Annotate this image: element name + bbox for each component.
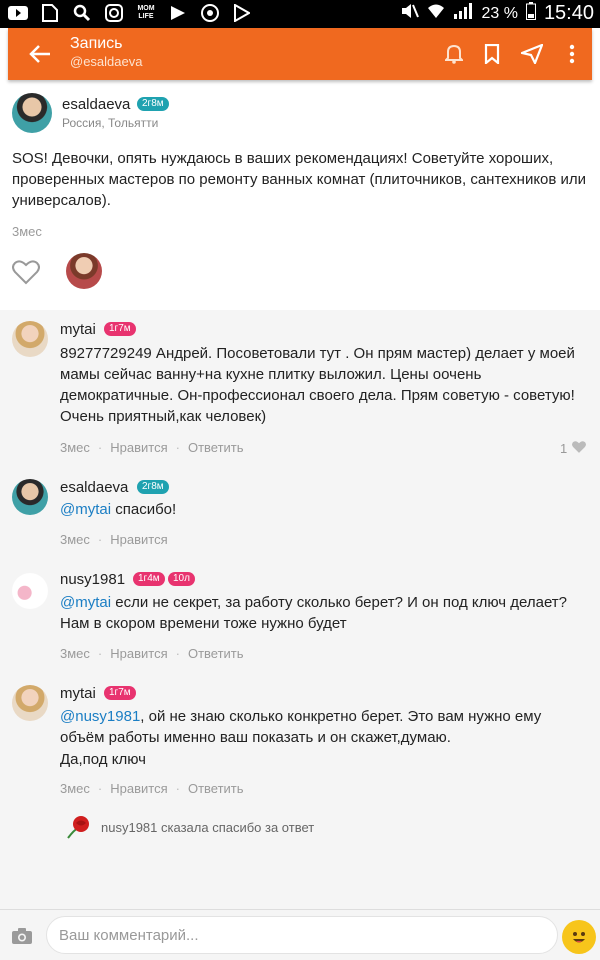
mute-icon [401,3,420,24]
thanks-text: сказала спасибо за ответ [161,820,315,835]
comment-body: спасибо! [111,501,177,518]
thanks-user[interactable]: nusy1981 [101,820,157,835]
status-badge: 2г8м [137,97,169,111]
status-badge: 1г4м [133,572,165,586]
signal-icon [453,3,473,24]
clock: 15:40 [543,2,594,24]
thanks-note: nusy1981 сказала спасибо за ответ [101,820,314,835]
like-count: 1 [560,441,568,456]
post-text: SOS! Девочки, опять нуждаюсь в ваших рек… [12,150,587,209]
status-notification-icons: MOM LIFE [8,3,252,23]
mention-link[interactable]: @mytai [60,501,111,518]
comment-time: 3мес [60,646,90,661]
back-arrow-icon[interactable] [26,40,54,68]
rose-icon [64,814,92,840]
avatar[interactable] [12,479,48,515]
search-icon [72,3,92,23]
comment-author[interactable]: mytai [60,685,96,702]
page-title: Запись [70,35,123,52]
comment-body: если не секрет, за работу сколько берет?… [60,594,568,632]
comment-author[interactable]: mytai [60,321,96,338]
post: esaldaeva 2г8м Россия, Тольятти SOS! Дев… [0,80,600,310]
comment-meta: 3мес · Нравится · Ответить [60,781,244,796]
comments-section: mytai 1г7м 89277729249 Андрей. Посоветов… [0,310,600,910]
post-meta: 3мес [12,224,42,239]
avatar[interactable] [12,685,48,721]
status-badge: 10л [168,572,195,586]
youtube-icon [8,3,28,23]
post-author[interactable]: esaldaeva [62,96,130,113]
like-link[interactable]: Нравится [110,781,167,796]
avatar[interactable] [12,93,52,133]
like-link[interactable]: Нравится [110,646,167,661]
comment-author[interactable]: nusy1981 [60,571,125,588]
comment-meta: 3мес · Нравится [60,532,168,547]
like-link[interactable]: Нравится [110,440,167,455]
battery-percent: 23 % [481,4,518,22]
comment-like-count: 1 [560,440,587,457]
momlife-icon: MOM LIFE [137,5,155,20]
post-time: 3мес [12,224,42,239]
status-bar: MOM LIFE 23 % 15:40 [0,0,600,28]
status-badge: 1г7м [104,686,136,700]
share-icon[interactable] [518,40,546,68]
status-badge: 1г7м [104,322,136,336]
chrome-icon [200,3,220,23]
comment-time: 3мес [60,440,90,455]
comment-input-bar: Ваш комментарий... [0,909,600,960]
instagram-icon [104,3,124,23]
post-location: Россия, Тольятти [62,116,159,130]
reply-link[interactable]: Ответить [188,646,244,661]
mention-link[interactable]: @nusy1981 [60,708,140,725]
heart-filled-icon[interactable] [571,440,587,457]
bell-icon[interactable] [440,40,468,68]
play-store-icon [232,3,252,23]
battery-icon [525,2,536,25]
reply-link[interactable]: Ответить [188,440,244,455]
comment-author[interactable]: esaldaeva [60,479,128,496]
emoji-icon[interactable] [562,920,596,954]
wifi-icon [427,3,445,24]
reply-link[interactable]: Ответить [188,781,244,796]
page-subtitle: @esaldaeva [70,54,143,69]
comment-text-line: Да,под ключ [60,751,146,768]
like-link[interactable]: Нравится [110,532,167,547]
more-vertical-icon[interactable] [558,40,586,68]
comment-time: 3мес [60,781,90,796]
comment-input[interactable]: Ваш комментарий... [46,916,558,954]
comment-time: 3мес [60,532,90,547]
file-icon [40,3,60,23]
comment-text: @mytai спасибо! [60,499,580,520]
comment-text: 89277729249 Андрей. Посоветовали тут . О… [60,345,575,425]
comment-text: @nusy1981, ой не знаю сколько конкретно … [60,706,580,748]
heart-icon[interactable] [12,259,40,285]
liker-avatar[interactable] [66,253,102,289]
comment-meta: 3мес · Нравится · Ответить [60,646,244,661]
comment-text: @mytai если не секрет, за работу сколько… [60,592,580,634]
mention-link[interactable]: @mytai [60,594,111,611]
status-badge: 2г8м [137,480,169,494]
avatar[interactable] [12,321,48,357]
camera-icon[interactable] [10,924,34,948]
bookmark-icon[interactable] [478,40,506,68]
app-bar: Запись @esaldaeva [8,28,592,80]
status-system-info: 23 % 15:40 [401,2,594,25]
sportlink-icon [168,3,188,23]
comment-meta: 3мес · Нравится · Ответить [60,440,244,455]
avatar[interactable] [12,573,48,609]
